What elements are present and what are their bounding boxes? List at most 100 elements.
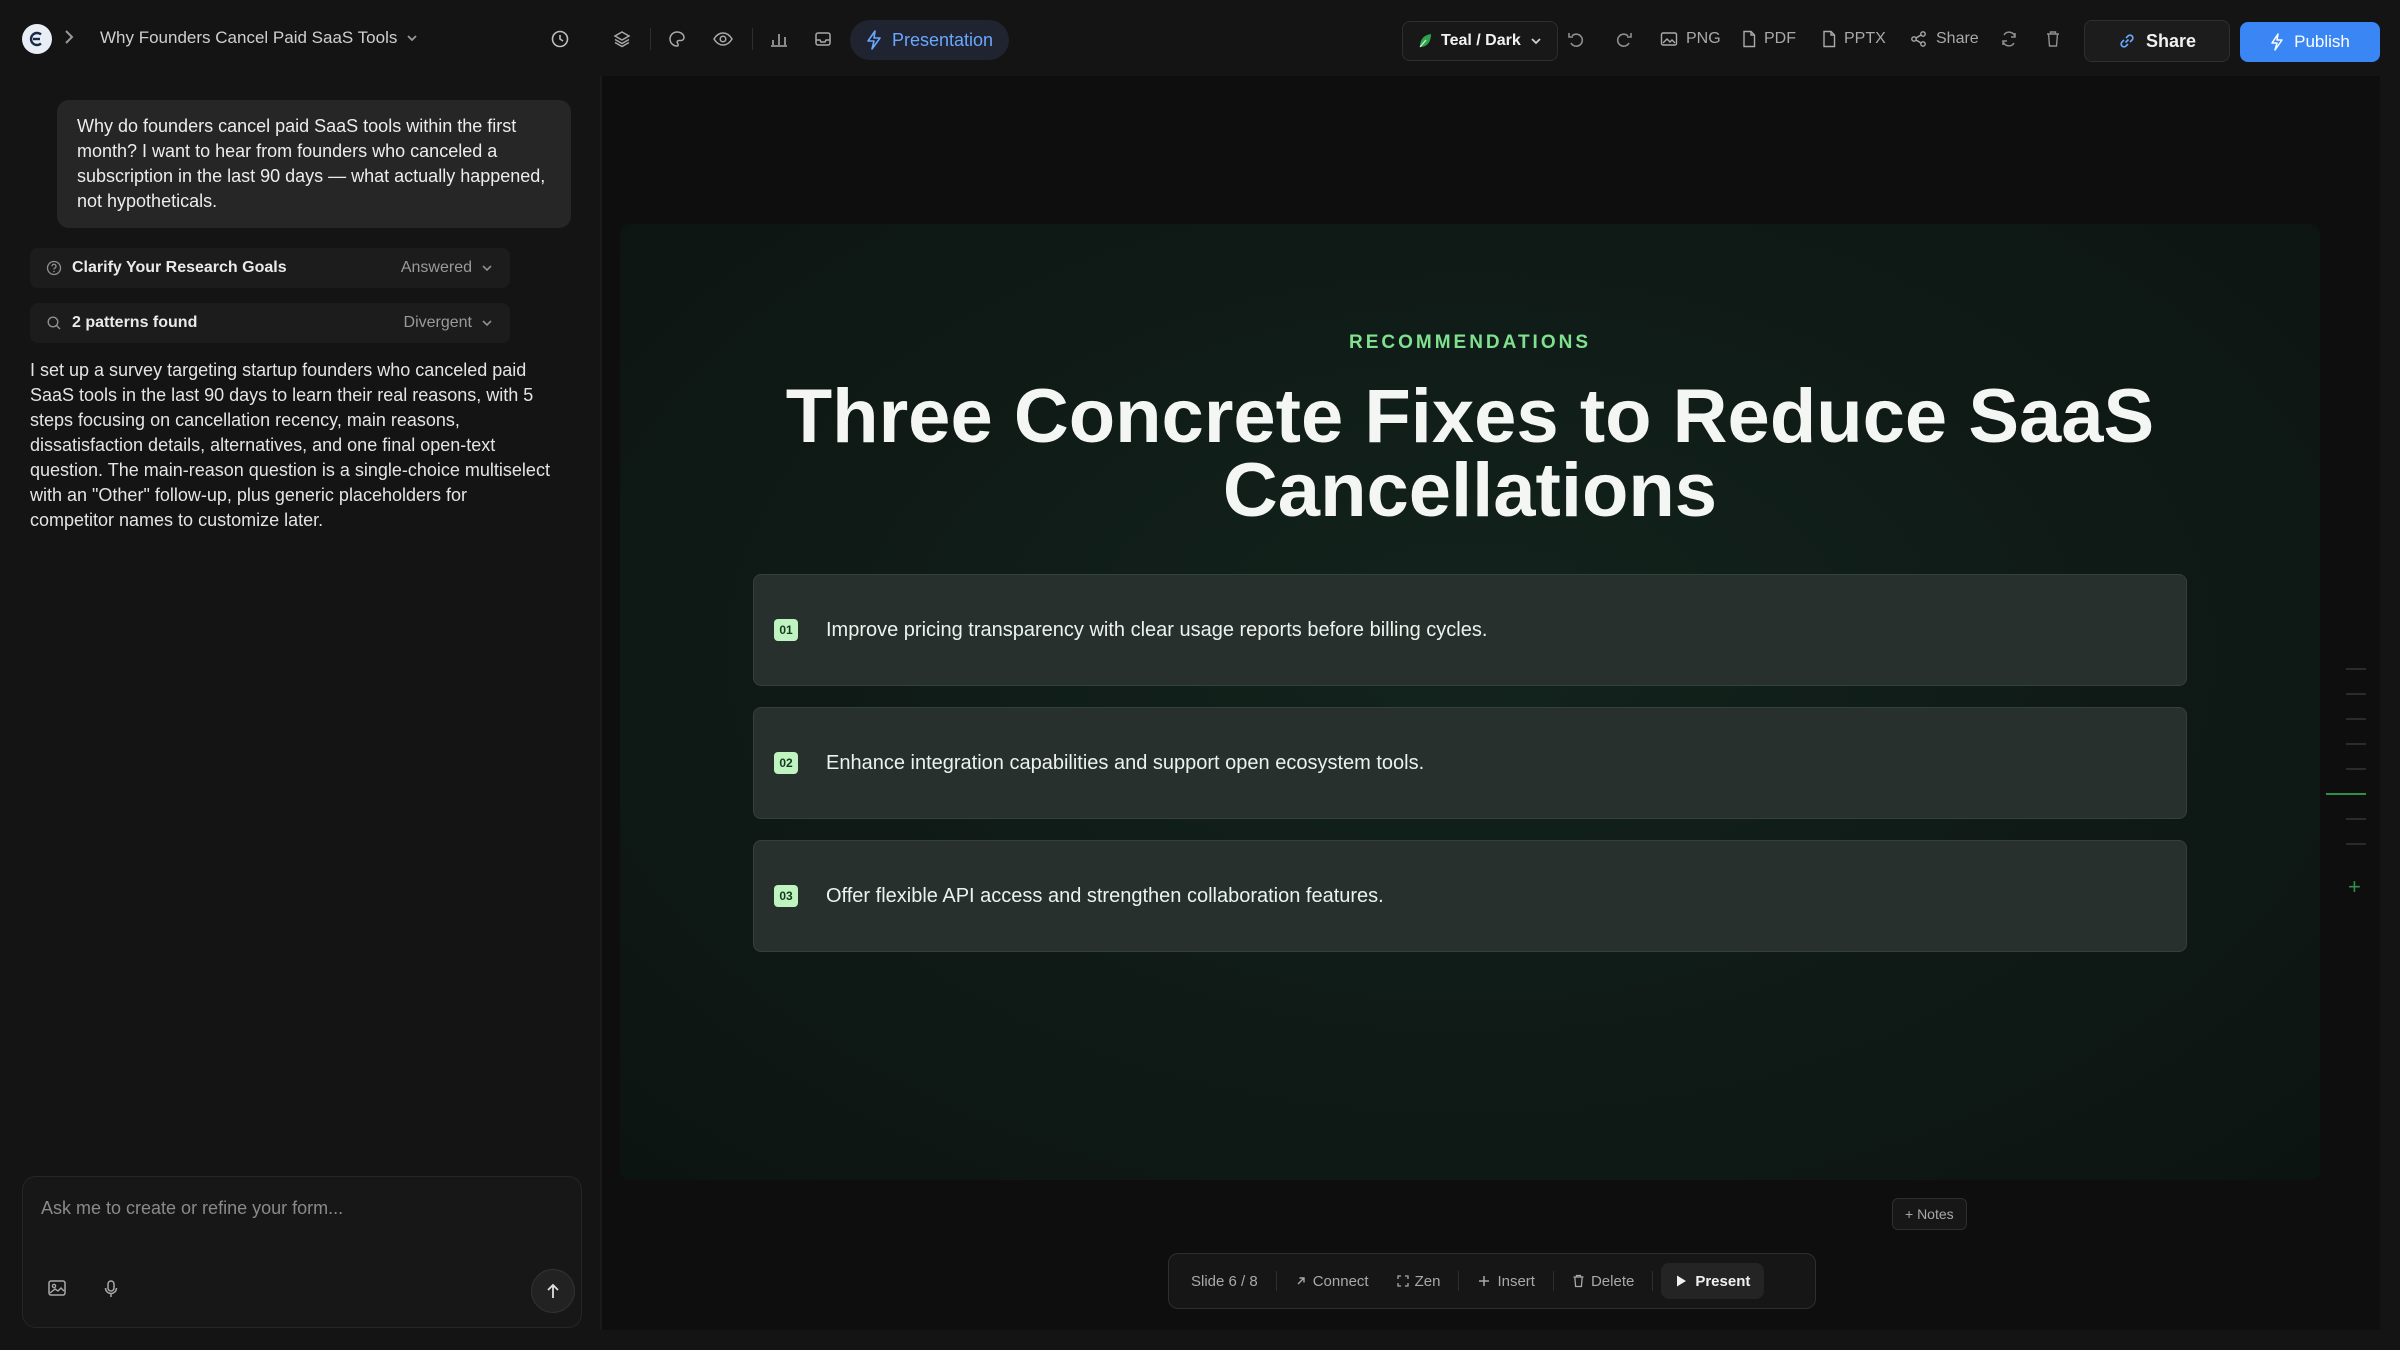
lightning-icon (866, 30, 882, 50)
export-pdf-button[interactable]: PDF (1742, 22, 1796, 56)
slide-nav-marker[interactable] (2346, 818, 2366, 820)
zen-label: Zen (1414, 1272, 1441, 1290)
search-icon (46, 315, 62, 331)
slide-nav-marker[interactable] (2346, 693, 2366, 695)
step-status-text: Answered (400, 259, 472, 276)
plus-icon (1477, 1274, 1491, 1288)
bar-chart-icon (769, 29, 789, 49)
slide-canvas: RECOMMENDATIONS Three Concrete Fixes to … (602, 76, 2380, 1330)
eye-icon (712, 29, 734, 49)
document-title: Why Founders Cancel Paid SaaS Tools (100, 28, 398, 47)
step-status: Divergent (404, 314, 494, 332)
preview-button[interactable] (712, 22, 734, 56)
slide-nav-marker-active[interactable] (2326, 793, 2366, 795)
share-button[interactable]: Share (2084, 20, 2230, 62)
image-upload-icon[interactable] (47, 1279, 67, 1297)
slide-nav-marker[interactable] (2346, 768, 2366, 770)
trash-button[interactable] (2045, 22, 2061, 56)
recommendation-number: 01 (774, 619, 798, 641)
delete-slide-button[interactable]: Delete (1562, 1263, 1644, 1299)
add-slide-icon[interactable]: + (2348, 874, 2361, 900)
recommendation-number: 03 (774, 885, 798, 907)
presentation-mode-button[interactable]: Presentation (850, 20, 1010, 60)
refresh-button[interactable] (2000, 22, 2018, 56)
zen-button[interactable]: Zen (1387, 1263, 1451, 1299)
slide-nav-marker[interactable] (2346, 668, 2366, 670)
chevron-down-icon (480, 261, 494, 275)
link-icon (2118, 32, 2136, 50)
top-bar: Why Founders Cancel Paid SaaS Tools Pres… (0, 0, 2400, 78)
insert-button[interactable]: Insert (1467, 1263, 1545, 1299)
user-message: Why do founders cancel paid SaaS tools w… (57, 100, 571, 228)
presentation-label: Presentation (892, 29, 994, 50)
export-pptx-button[interactable]: PPTX (1822, 22, 1886, 56)
toolbar-separator (1652, 1271, 1654, 1291)
step-patterns-found[interactable]: 2 patterns found Divergent (30, 303, 510, 343)
chat-input[interactable] (41, 1193, 561, 1223)
present-button[interactable]: Present (1661, 1263, 1765, 1299)
palette-button[interactable] (667, 22, 687, 56)
slide-eyebrow: RECOMMENDATIONS (1348, 332, 1592, 353)
arrow-up-right-icon (1295, 1275, 1307, 1287)
undo-icon (1566, 29, 1586, 49)
present-label: Present (1695, 1272, 1751, 1290)
microphone-icon[interactable] (103, 1279, 119, 1299)
step-clarify-goals[interactable]: Clarify Your Research Goals Answered (30, 248, 510, 288)
recommendation-text: Offer flexible API access and strengthen… (826, 884, 1384, 907)
play-icon (1675, 1274, 1687, 1288)
publish-button[interactable]: Publish (2240, 22, 2380, 62)
share-icon (1910, 30, 1928, 48)
slide-nav-marker[interactable] (2346, 743, 2366, 745)
chat-panel: Why do founders cancel paid SaaS tools w… (0, 78, 600, 1330)
palette-icon (667, 29, 687, 49)
file-icon (1822, 30, 1836, 48)
expand-icon (1396, 1275, 1409, 1287)
file-icon (1742, 30, 1756, 48)
lightning-icon (2270, 33, 2284, 51)
redo-button[interactable] (1614, 22, 1634, 56)
slide-nav-marker[interactable] (2346, 718, 2366, 720)
document-title-dropdown[interactable]: Why Founders Cancel Paid SaaS Tools (100, 28, 419, 48)
send-button[interactable] (531, 1269, 575, 1313)
inbox-button[interactable] (813, 22, 833, 56)
chevron-down-icon (1529, 34, 1543, 48)
theme-label: Teal / Dark (1441, 32, 1521, 49)
theme-dropdown[interactable]: Teal / Dark (1402, 21, 1558, 61)
toolbar-separator (1458, 1271, 1460, 1291)
slide-counter: Slide 6 / 8 (1191, 1272, 1258, 1290)
share-small-label: Share (1936, 30, 1979, 47)
arrow-up-icon (545, 1282, 561, 1300)
slide-title: Three Concrete Fixes to Reduce SaaS Canc… (785, 374, 2155, 533)
slide[interactable]: RECOMMENDATIONS Three Concrete Fixes to … (620, 224, 2320, 1180)
recommendation-card[interactable]: 01 Improve pricing transparency with cle… (753, 574, 2187, 686)
slide-nav-marker[interactable] (2346, 843, 2366, 845)
pptx-label: PPTX (1844, 30, 1886, 47)
chevron-down-icon (405, 31, 419, 45)
refresh-icon (2000, 30, 2018, 48)
chevron-down-icon (480, 316, 494, 330)
step-status-text: Divergent (403, 314, 472, 331)
history-button[interactable] (550, 22, 570, 56)
connect-button[interactable]: Connect (1285, 1263, 1379, 1299)
notes-button[interactable]: + Notes (1892, 1198, 1967, 1230)
export-png-button[interactable]: PNG (1660, 22, 1721, 56)
toolbar-separator (1275, 1271, 1277, 1291)
analytics-button[interactable] (769, 22, 789, 56)
slide-toolbar: Slide 6 / 8 Connect Zen Insert Delete Pr… (1168, 1253, 1816, 1309)
publish-label: Publish (2294, 32, 2350, 51)
share-link-button[interactable]: Share (1910, 22, 1979, 56)
recommendation-card[interactable]: 03 Offer flexible API access and strengt… (753, 840, 2187, 952)
trash-icon (1572, 1274, 1585, 1288)
recommendation-number: 02 (774, 752, 798, 774)
step-label: Clarify Your Research Goals (72, 259, 287, 276)
toolbar-separator (650, 28, 651, 50)
app-logo-icon[interactable] (22, 24, 52, 54)
layers-button[interactable] (612, 22, 632, 56)
assistant-message: I set up a survey targeting startup foun… (30, 360, 550, 530)
clock-icon (550, 29, 570, 49)
help-circle-icon (46, 260, 62, 276)
recommendation-text: Enhance integration capabilities and sup… (826, 751, 1425, 774)
leaf-icon (1417, 32, 1433, 50)
undo-button[interactable] (1566, 22, 1586, 56)
recommendation-card[interactable]: 02 Enhance integration capabilities and … (753, 707, 2187, 819)
